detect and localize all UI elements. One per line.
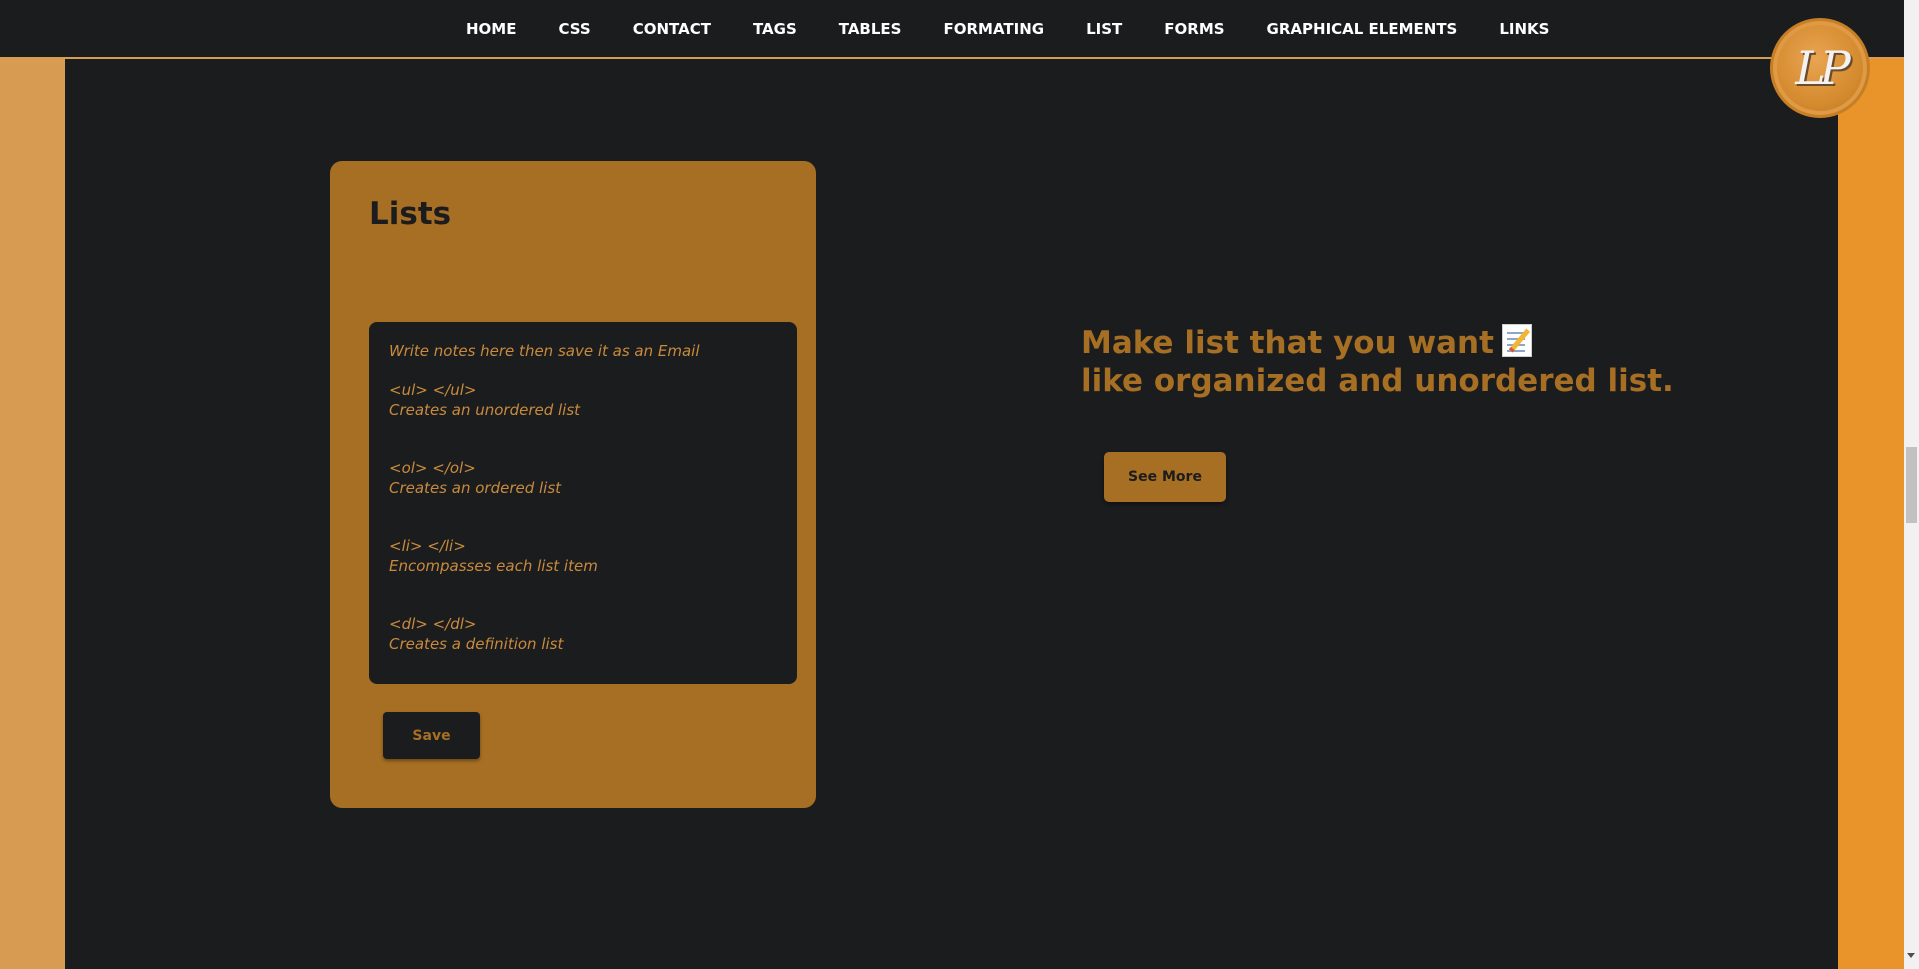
scrollbar-thumb[interactable] bbox=[1906, 447, 1917, 523]
nav-link-forms[interactable]: FORMS bbox=[1164, 20, 1224, 38]
nav-link-contact[interactable]: CONTACT bbox=[633, 20, 711, 38]
nav-link-tables[interactable]: TABLES bbox=[839, 20, 902, 38]
logo-text: LP bbox=[1795, 41, 1850, 95]
promo-headline-line-2: like organized and unordered list. bbox=[1081, 363, 1674, 399]
card-title: Lists bbox=[369, 196, 452, 232]
nav-link-graphical-elements[interactable]: GRAPHICAL ELEMENTS bbox=[1267, 20, 1458, 38]
promo-text-block: Make list that you want like organized a… bbox=[1081, 324, 1674, 400]
scroll-down-arrow-icon[interactable] bbox=[1907, 953, 1915, 958]
nav-link-list[interactable]: LIST bbox=[1086, 20, 1122, 38]
nav-link-home[interactable]: HOME bbox=[466, 20, 516, 38]
page: HOME CSS CONTACT TAGS TABLES FORMATING L… bbox=[0, 0, 1919, 969]
promo-line-1-text: Make list that you want bbox=[1081, 325, 1494, 361]
right-decorative-stripe bbox=[1838, 0, 1904, 969]
promo-headline-line-1: Make list that you want bbox=[1081, 324, 1674, 362]
nav-links: HOME CSS CONTACT TAGS TABLES FORMATING L… bbox=[466, 0, 1591, 57]
nav-link-links[interactable]: LINKS bbox=[1499, 20, 1549, 38]
memo-icon bbox=[1501, 324, 1532, 357]
nav-link-formating[interactable]: FORMATING bbox=[943, 20, 1044, 38]
save-button[interactable]: Save bbox=[383, 712, 480, 759]
site-logo[interactable]: LP bbox=[1770, 18, 1870, 118]
nav-link-css[interactable]: CSS bbox=[558, 20, 590, 38]
see-more-button[interactable]: See More bbox=[1104, 452, 1226, 502]
nav-link-tags[interactable]: TAGS bbox=[753, 20, 797, 38]
notes-textarea[interactable]: Write notes here then save it as an Emai… bbox=[369, 322, 797, 684]
lists-card: Lists Write notes here then save it as a… bbox=[330, 161, 816, 808]
left-decorative-stripe bbox=[0, 0, 65, 969]
top-navbar: HOME CSS CONTACT TAGS TABLES FORMATING L… bbox=[0, 0, 1904, 59]
